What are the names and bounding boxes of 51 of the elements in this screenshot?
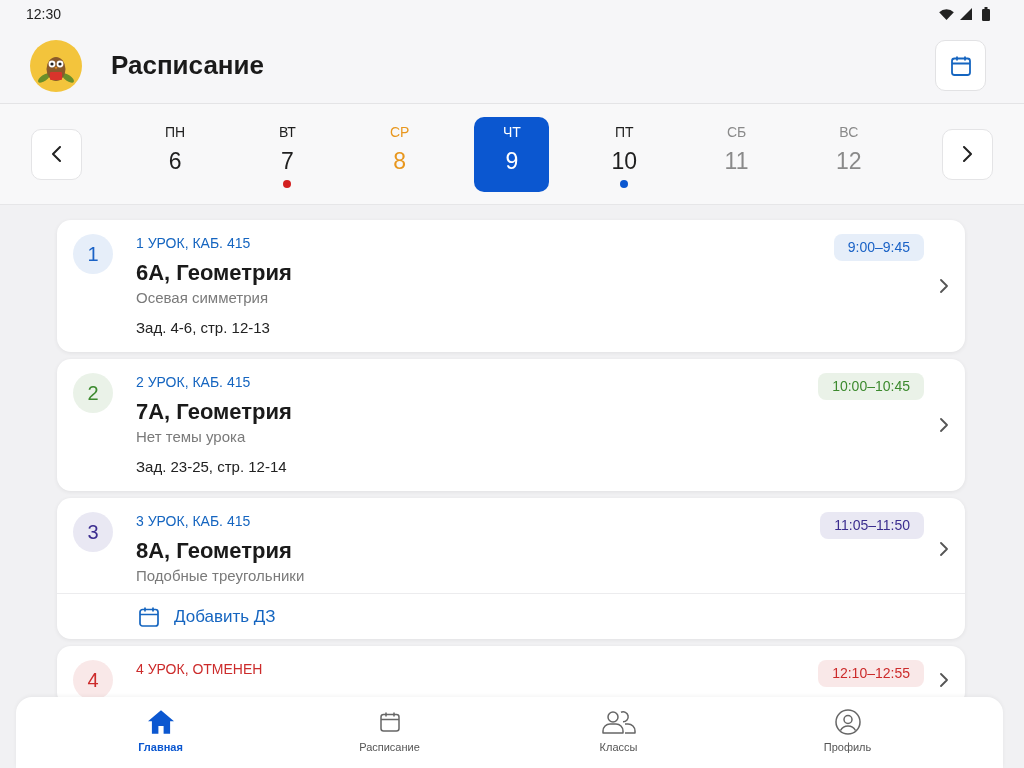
chevron-icon <box>940 279 948 293</box>
calendar-button[interactable] <box>935 40 986 91</box>
lesson-time: 11:05–11:50 <box>820 512 924 539</box>
calendar-icon <box>377 710 402 734</box>
lesson-number: 1 <box>73 234 113 274</box>
day-tab[interactable]: ПТ 10 <box>586 116 662 192</box>
chevron-icon <box>52 146 61 162</box>
lesson-card[interactable]: 4 4 УРОК, ОТМЕНЕН 12:10–12:55 <box>57 646 965 697</box>
previous-week-button[interactable] <box>31 128 82 180</box>
chevron-icon <box>940 418 948 432</box>
lesson-time: 12:10–12:55 <box>818 660 924 687</box>
day-tab[interactable]: ВТ 7 <box>249 116 325 192</box>
lesson-title: 7А, Геометрия <box>136 398 293 426</box>
lesson-title: 6А, Геометрия <box>136 259 293 287</box>
profile-icon <box>834 709 861 735</box>
chevron-icon <box>940 542 948 556</box>
next-week-button[interactable] <box>942 128 993 180</box>
lesson-label: 2 УРОК, КАБ. 415 <box>136 373 252 392</box>
lesson-topic: Нет темы урока <box>136 427 247 447</box>
lesson-card[interactable]: 2 2 УРОК, КАБ. 415 7А, Геометрия Нет темы урока Зад. 23-25, стр. 12-14 10:00–10:45 <box>57 359 965 491</box>
clock-time: 12:30 <box>26 4 62 24</box>
people-icon <box>601 710 636 734</box>
nav-tab[interactable]: Расписание <box>275 697 504 768</box>
day-tab[interactable]: ПН 6 <box>137 116 213 192</box>
lesson-card[interactable]: 1 1 УРОК, КАБ. 415 6А, Геометрия Осевая симметрия Зад. 4-6, стр. 12-13 9:00–9:45 <box>57 220 965 352</box>
lesson-time: 10:00–10:45 <box>818 373 924 400</box>
owl-logo-icon <box>30 39 82 92</box>
lesson-topic: Подобные треугольники <box>136 566 306 586</box>
homework-text: Зад. 4-6, стр. 12-13 <box>136 318 271 338</box>
lesson-number: 3 <box>73 512 113 552</box>
lesson-topic: Осевая симметрия <box>136 288 269 308</box>
signal-icon <box>960 8 972 20</box>
lesson-number: 2 <box>73 373 113 413</box>
lesson-number: 4 <box>73 660 113 697</box>
lesson-label: 3 УРОК, КАБ. 415 <box>136 512 252 531</box>
page-title: Расписание <box>111 49 264 82</box>
lesson-time: 9:00–9:45 <box>833 234 924 261</box>
chevron-icon <box>963 146 972 162</box>
battery-icon <box>982 7 990 21</box>
chevron-icon <box>940 672 948 687</box>
nav-tab[interactable]: Главная <box>46 697 275 768</box>
lesson-title: 8А, Геометрия <box>136 537 293 565</box>
home-icon <box>147 710 174 734</box>
nav-tab[interactable]: Классы <box>504 697 733 768</box>
lesson-label: 4 УРОК, ОТМЕНЕН <box>136 660 264 679</box>
homework-text: Зад. 23-25, стр. 12-14 <box>136 457 288 477</box>
lesson-label: 1 УРОК, КАБ. 415 <box>136 234 252 253</box>
add-homework-button[interactable]: Добавить ДЗ <box>137 603 276 630</box>
lesson-card[interactable]: 3 3 УРОК, КАБ. 415 8А, Геометрия Подобные треугольники 11:05–11:50 Добавить ДЗ <box>57 498 965 639</box>
nav-tab[interactable]: Профиль <box>733 697 962 768</box>
wifi-icon <box>939 8 954 20</box>
